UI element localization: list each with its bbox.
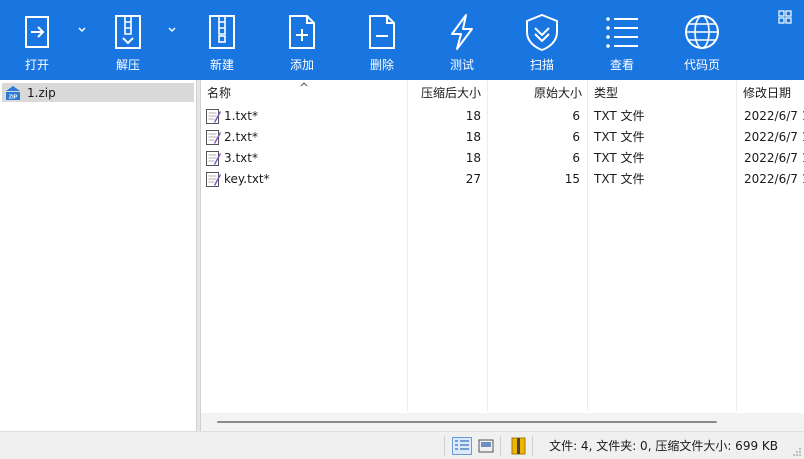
new-button[interactable]: 新建 (202, 0, 242, 80)
column-header-compressed-size[interactable]: 压缩后大小 (407, 80, 487, 104)
horizontal-scrollbar[interactable] (201, 413, 804, 431)
new-archive-icon (209, 15, 235, 49)
file-type: TXT 文件 (594, 130, 645, 144)
compressed-size: 18 (465, 109, 481, 123)
view-label: 查看 (609, 58, 634, 72)
status-divider (532, 436, 533, 456)
scrollbar-thumb[interactable] (217, 421, 717, 423)
column-header-type[interactable]: 类型 (588, 80, 736, 104)
toolbar: 打开 解压 新建 添加 删除 测试 扫描 查看 代码页 (0, 0, 804, 80)
details-view-icon[interactable] (452, 437, 472, 455)
thumbnail-view-icon[interactable] (476, 437, 496, 455)
status-bar: 文件: 4, 文件夹: 0, 压缩文件大小: 699 KB (0, 431, 804, 459)
delete-file-icon (369, 15, 395, 49)
file-name: key.txt* (224, 172, 270, 186)
tree-item-label: 1.zip (27, 85, 56, 100)
original-size: 15 (564, 172, 580, 186)
file-name: 3.txt* (224, 151, 258, 165)
folder-tree: ZIP 1.zip (0, 80, 196, 431)
original-size: 6 (572, 151, 580, 165)
resize-grip-icon[interactable] (792, 447, 802, 457)
table-row[interactable]: 2.txt* 18 6 TXT 文件 2022/6/7 1 (201, 127, 804, 148)
test-button[interactable]: 测试 (442, 0, 482, 80)
svg-text:ZIP: ZIP (9, 94, 18, 100)
scan-label: 扫描 (529, 58, 554, 72)
tree-item-archive[interactable]: ZIP 1.zip (2, 83, 194, 102)
codepage-label: 代码页 (683, 58, 720, 72)
extract-label: 解压 (115, 58, 140, 72)
modified-date: 2022/6/7 1 (744, 109, 804, 123)
original-size: 6 (572, 130, 580, 144)
compressed-size: 18 (465, 151, 481, 165)
original-size: 6 (572, 109, 580, 123)
archive-info-icon[interactable] (508, 437, 528, 455)
text-file-icon (206, 130, 221, 145)
status-divider (500, 436, 501, 456)
column-header-modified[interactable]: 修改日期 (737, 80, 804, 104)
modified-date: 2022/6/7 1 (744, 130, 804, 144)
delete-button[interactable]: 删除 (362, 0, 402, 80)
file-name: 2.txt* (224, 130, 258, 144)
file-type: TXT 文件 (594, 109, 645, 123)
add-file-icon (289, 15, 315, 49)
extract-icon (115, 15, 141, 49)
add-label: 添加 (289, 58, 314, 72)
status-divider (444, 436, 445, 456)
add-button[interactable]: 添加 (282, 0, 322, 80)
table-row[interactable]: 3.txt* 18 6 TXT 文件 2022/6/7 1 (201, 148, 804, 169)
lightning-icon (451, 14, 473, 50)
list-header: 名称 压缩后大小 原始大小 类型 修改日期 (201, 80, 804, 104)
file-list: 名称 压缩后大小 原始大小 类型 修改日期 1.txt* 18 6 TXT 文件… (201, 80, 804, 431)
test-label: 测试 (449, 58, 474, 72)
extract-button[interactable]: 解压 (106, 0, 150, 80)
table-row[interactable]: key.txt* 27 15 TXT 文件 2022/6/7 1 (201, 169, 804, 190)
open-button[interactable]: 打开 (17, 0, 57, 80)
file-name: 1.txt* (224, 109, 258, 123)
scan-button[interactable]: 扫描 (520, 0, 564, 80)
column-header-original-size[interactable]: 原始大小 (488, 80, 588, 104)
zip-archive-icon: ZIP (6, 85, 20, 100)
modified-date: 2022/6/7 1 (744, 172, 804, 186)
codepage-button[interactable]: 代码页 (680, 0, 724, 80)
file-type: TXT 文件 (594, 151, 645, 165)
text-file-icon (206, 172, 221, 187)
grid-menu-icon[interactable] (778, 10, 792, 24)
extract-dropdown-chevron-icon[interactable] (166, 24, 178, 36)
open-dropdown-chevron-icon[interactable] (76, 24, 88, 36)
open-icon (25, 16, 49, 48)
sort-ascending-icon (300, 82, 308, 87)
globe-icon (685, 15, 719, 49)
open-label: 打开 (24, 58, 49, 72)
compressed-size: 27 (465, 172, 481, 186)
modified-date: 2022/6/7 1 (744, 151, 804, 165)
text-file-icon (206, 151, 221, 166)
status-summary: 文件: 4, 文件夹: 0, 压缩文件大小: 699 KB (549, 439, 778, 453)
shield-icon (526, 13, 558, 52)
new-label: 新建 (209, 58, 234, 72)
table-row[interactable]: 1.txt* 18 6 TXT 文件 2022/6/7 1 (201, 106, 804, 127)
text-file-icon (206, 109, 221, 124)
file-type: TXT 文件 (594, 172, 645, 186)
list-view-icon (606, 17, 638, 48)
compressed-size: 18 (465, 130, 481, 144)
view-button[interactable]: 查看 (602, 0, 642, 80)
delete-label: 删除 (369, 58, 394, 72)
